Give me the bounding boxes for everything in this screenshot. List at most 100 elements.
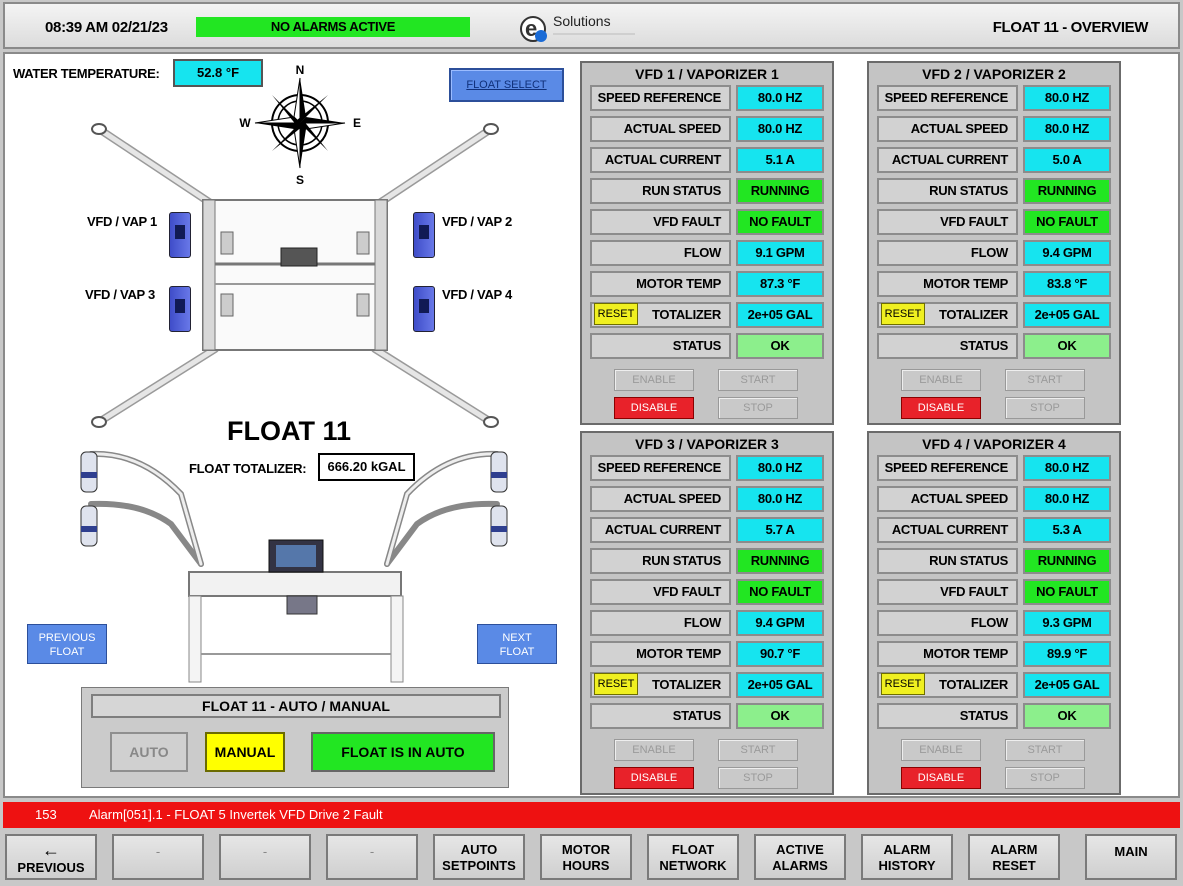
vfd-row-totalizer: TOTALIZER RESET 2e+05 GAL [877, 672, 1117, 698]
auto-button[interactable]: AUTO [110, 732, 188, 772]
float-side-view-drawing [80, 450, 508, 683]
vfd-value-totalizer: 2e+05 GAL [1023, 672, 1111, 698]
alarm-bar[interactable]: 153 Alarm[051].1 - FLOAT 5 Invertek VFD … [3, 802, 1180, 828]
nav-motor-hours-button[interactable]: MOTOR HOURS [540, 834, 632, 880]
enable-button[interactable]: ENABLE [901, 369, 981, 391]
manual-button[interactable]: MANUAL [205, 732, 285, 772]
vfd-label-status: STATUS [877, 333, 1018, 359]
vfd-row-actual-speed: ACTUAL SPEED 80.0 HZ [877, 116, 1117, 142]
vfd-value-run-status: RUNNING [1023, 548, 1111, 574]
vfd-row-totalizer: TOTALIZER RESET 2e+05 GAL [590, 302, 830, 328]
vfd-label-vfd-fault: VFD FAULT [877, 209, 1018, 235]
vfd-drive-1-icon[interactable] [169, 212, 191, 258]
vfd-row-run-status: RUN STATUS RUNNING [877, 178, 1117, 204]
stop-button[interactable]: STOP [718, 397, 798, 419]
totalizer-reset-button[interactable]: RESET [594, 303, 638, 325]
vfd-label-actual-current: ACTUAL CURRENT [877, 147, 1018, 173]
vfd-label-actual-speed: ACTUAL SPEED [590, 486, 731, 512]
disable-button[interactable]: DISABLE [614, 767, 694, 789]
vfd-label-status: STATUS [590, 703, 731, 729]
vfd-label-motor-temp: MOTOR TEMP [877, 271, 1018, 297]
screen-title: FLOAT 11 - OVERVIEW [992, 19, 1149, 36]
vfd-label-status: STATUS [590, 333, 731, 359]
enable-button[interactable]: ENABLE [614, 369, 694, 391]
start-button[interactable]: START [1005, 369, 1085, 391]
vap-2-label: VFD / VAP 2 [442, 214, 512, 229]
vfd-value-totalizer: 2e+05 GAL [736, 302, 824, 328]
vfd-value-actual-current: 5.0 A [1023, 147, 1111, 173]
nav-label: - [369, 844, 375, 859]
totalizer-reset-button[interactable]: RESET [881, 673, 925, 695]
vfd-label-run-status: RUN STATUS [877, 178, 1018, 204]
disable-button[interactable]: DISABLE [614, 397, 694, 419]
vfd-row-flow: FLOW 9.4 GPM [590, 610, 830, 636]
vfd-label-actual-speed: ACTUAL SPEED [877, 486, 1018, 512]
water-temperature-label: WATER TEMPERATURE: [13, 66, 160, 81]
nav-main-button[interactable]: MAIN [1085, 834, 1177, 880]
stop-button[interactable]: STOP [1005, 397, 1085, 419]
nav-active-alarms-button[interactable]: ACTIVE ALARMS [754, 834, 846, 880]
start-button[interactable]: START [718, 739, 798, 761]
vfd-row-run-status: RUN STATUS RUNNING [590, 178, 830, 204]
vfd-label-run-status: RUN STATUS [877, 548, 1018, 574]
vfd-drive-2-icon[interactable] [413, 212, 435, 258]
vfd-row-motor-temp: MOTOR TEMP 83.8 °F [877, 271, 1117, 297]
vfd-panel-3: VFD 3 / VAPORIZER 3 SPEED REFERENCE 80.0 H… [580, 431, 834, 795]
totalizer-reset-button[interactable]: RESET [881, 303, 925, 325]
vfd-drive-4-icon[interactable] [413, 286, 435, 332]
company-logo: e Solutions [515, 10, 655, 46]
vfd-row-run-status: RUN STATUS RUNNING [590, 548, 830, 574]
disable-button[interactable]: DISABLE [901, 767, 981, 789]
vfd-row-speed-reference: SPEED REFERENCE 80.0 HZ [590, 85, 830, 111]
vfd-value-actual-current: 5.7 A [736, 517, 824, 543]
nav-previous-button[interactable]: ← PREVIOUS [5, 834, 97, 880]
vfd-label-actual-current: ACTUAL CURRENT [590, 517, 731, 543]
vfd-row-totalizer: TOTALIZER RESET 2e+05 GAL [877, 302, 1117, 328]
vfd-row-actual-current: ACTUAL CURRENT 5.7 A [590, 517, 830, 543]
vap-3-label: VFD / VAP 3 [85, 287, 155, 302]
vfd-row-status: STATUS OK [877, 333, 1117, 359]
stop-button[interactable]: STOP [718, 767, 798, 789]
vfd-label-flow: FLOW [877, 240, 1018, 266]
alarm-number: 153 [35, 807, 57, 822]
enable-button[interactable]: ENABLE [614, 739, 694, 761]
vfd-value-vfd-fault: NO FAULT [736, 579, 824, 605]
totalizer-reset-button[interactable]: RESET [594, 673, 638, 695]
nav-label-line1: FLOAT [671, 842, 715, 857]
nav-float-network-button[interactable]: FLOAT NETWORK [647, 834, 739, 880]
vfd-row-speed-reference: SPEED REFERENCE 80.0 HZ [877, 85, 1117, 111]
nav-auto-setpoints-button[interactable]: AUTO SETPOINTS [433, 834, 525, 880]
vfd-row-flow: FLOW 9.4 GPM [877, 240, 1117, 266]
nav-label-line2: HISTORY [878, 858, 936, 873]
nav-label: - [262, 844, 268, 859]
disable-button[interactable]: DISABLE [901, 397, 981, 419]
alarm-status-banner: NO ALARMS ACTIVE [196, 17, 470, 37]
vfd-drive-3-icon[interactable] [169, 286, 191, 332]
float-select-button[interactable]: FLOAT SELECT [449, 68, 564, 102]
vfd-row-actual-speed: ACTUAL SPEED 80.0 HZ [590, 116, 830, 142]
nav-blank-button-2[interactable]: - [219, 834, 311, 880]
nav-alarm-reset-button[interactable]: ALARM RESET [968, 834, 1060, 880]
vfd-label-speed-reference: SPEED REFERENCE [590, 85, 731, 111]
vfd-row-actual-speed: ACTUAL SPEED 80.0 HZ [877, 486, 1117, 512]
start-button[interactable]: START [1005, 739, 1085, 761]
nav-blank-button-1[interactable]: - [112, 834, 204, 880]
next-float-button[interactable]: NEXT FLOAT [477, 624, 557, 664]
nav-blank-button-3[interactable]: - [326, 834, 418, 880]
vfd-row-actual-current: ACTUAL CURRENT 5.1 A [590, 147, 830, 173]
vfd-value-speed-reference: 80.0 HZ [1023, 455, 1111, 481]
start-button[interactable]: START [718, 369, 798, 391]
vfd-value-actual-speed: 80.0 HZ [1023, 486, 1111, 512]
vfd-value-flow: 9.4 GPM [736, 610, 824, 636]
vfd-row-motor-temp: MOTOR TEMP 87.3 °F [590, 271, 830, 297]
nav-label: MAIN [1114, 844, 1148, 859]
vfd-row-speed-reference: SPEED REFERENCE 80.0 HZ [590, 455, 830, 481]
previous-float-button[interactable]: PREVIOUS FLOAT [27, 624, 107, 664]
vfd-label-speed-reference: SPEED REFERENCE [877, 455, 1018, 481]
enable-button[interactable]: ENABLE [901, 739, 981, 761]
vfd-panel-1: VFD 1 / VAPORIZER 1 SPEED REFERENCE 80.0 H… [580, 61, 834, 425]
nav-label-line1: ALARM [883, 842, 931, 857]
stop-button[interactable]: STOP [1005, 767, 1085, 789]
nav-alarm-history-button[interactable]: ALARM HISTORY [861, 834, 953, 880]
vfd-label-vfd-fault: VFD FAULT [877, 579, 1018, 605]
